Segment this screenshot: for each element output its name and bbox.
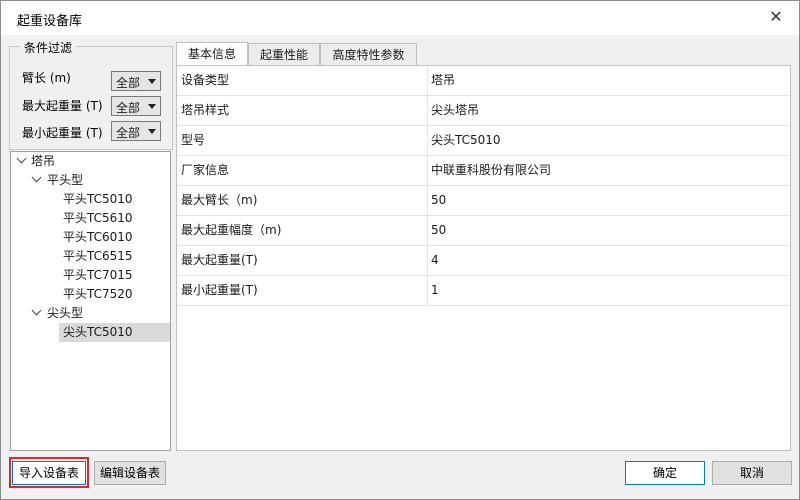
- equipment-tree[interactable]: 塔吊 平头型 平头TC5010 平头TC5610 平头TC6010 平头TC65…: [10, 151, 171, 451]
- min-load-label: 最小起重量 (T): [22, 126, 103, 140]
- property-value[interactable]: 50: [431, 216, 446, 245]
- tree-item-selected[interactable]: 尖头TC5010: [59, 323, 170, 342]
- arm-length-label: 臂长 (m): [22, 71, 71, 85]
- filter-group-title: 条件过滤: [20, 39, 77, 56]
- property-row: 型号 尖头TC5010: [177, 126, 790, 156]
- property-row: 塔吊样式 尖头塔吊: [177, 96, 790, 126]
- ok-button[interactable]: 确定: [625, 461, 705, 485]
- property-key: 最大臂长（m): [181, 186, 428, 215]
- arm-length-value: 全部: [116, 76, 141, 90]
- filter-group: 条件过滤 臂长 (m) 全部 最大起重量 (T) 全部 最小起重量 (T) 全部: [9, 39, 173, 150]
- title-bar: 起重设备库 ✕: [1, 1, 799, 35]
- property-value[interactable]: 1: [431, 276, 439, 305]
- equipment-library-dialog: 起重设备库 ✕ 条件过滤 臂长 (m) 全部 最大起重量 (T) 全部 最小起重…: [0, 0, 800, 500]
- close-icon[interactable]: ✕: [767, 8, 785, 26]
- tree-item[interactable]: 平头TC5610: [63, 209, 133, 228]
- min-load-value: 全部: [116, 126, 141, 140]
- tree-item[interactable]: 平头TC7520: [63, 285, 133, 304]
- import-table-button[interactable]: 导入设备表: [12, 461, 86, 485]
- property-value[interactable]: 4: [431, 246, 439, 275]
- max-load-value: 全部: [116, 101, 141, 115]
- property-row: 最大臂长（m) 50: [177, 186, 790, 216]
- property-key: 厂家信息: [181, 156, 428, 185]
- cancel-button[interactable]: 取消: [712, 461, 792, 485]
- dialog-title: 起重设备库: [17, 14, 83, 29]
- tree-item[interactable]: 平头TC6515: [63, 247, 133, 266]
- property-value[interactable]: 50: [431, 186, 446, 215]
- property-key: 最大起重量(T): [181, 246, 428, 275]
- max-load-select[interactable]: 全部: [111, 96, 161, 116]
- property-key: 最大起重幅度（m): [181, 216, 428, 245]
- property-row: 厂家信息 中联重科股份有限公司: [177, 156, 790, 186]
- property-value[interactable]: 塔吊: [431, 66, 455, 95]
- arm-length-select[interactable]: 全部: [111, 71, 161, 91]
- property-value[interactable]: 尖头塔吊: [431, 96, 479, 125]
- tree-item[interactable]: 平头TC7015: [63, 266, 133, 285]
- edit-table-button[interactable]: 编辑设备表: [94, 461, 166, 485]
- min-load-select[interactable]: 全部: [111, 121, 161, 141]
- property-key: 型号: [181, 126, 428, 155]
- tree-item[interactable]: 平头TC5010: [63, 190, 133, 209]
- tree-item[interactable]: 平头TC6010: [63, 228, 133, 247]
- property-row: 设备类型 塔吊: [177, 66, 790, 96]
- tab-basic-info[interactable]: 基本信息: [176, 42, 248, 66]
- property-row: 最大起重幅度（m) 50: [177, 216, 790, 246]
- property-row: 最大起重量(T) 4: [177, 246, 790, 276]
- property-value[interactable]: 中联重科股份有限公司: [431, 156, 551, 185]
- tree-node-flat-top[interactable]: 平头型: [47, 171, 83, 190]
- chevron-down-icon: [148, 129, 156, 134]
- chevron-down-icon[interactable]: [16, 153, 27, 164]
- tab-height-params[interactable]: 高度特性参数: [320, 43, 417, 65]
- property-value[interactable]: 尖头TC5010: [431, 126, 501, 155]
- property-key: 塔吊样式: [181, 96, 428, 125]
- chevron-down-icon: [148, 79, 156, 84]
- property-key: 设备类型: [181, 66, 428, 95]
- tree-node-pointed-top[interactable]: 尖头型: [47, 304, 83, 323]
- tab-lifting-performance[interactable]: 起重性能: [248, 43, 320, 65]
- tree-node-tower-crane[interactable]: 塔吊: [31, 152, 55, 171]
- max-load-label: 最大起重量 (T): [22, 99, 103, 113]
- chevron-down-icon: [148, 104, 156, 109]
- chevron-down-icon[interactable]: [31, 305, 42, 316]
- property-key: 最小起重量(T): [181, 276, 428, 305]
- properties-panel: 设备类型 塔吊 塔吊样式 尖头塔吊 型号 尖头TC5010 厂家信息 中联重科股…: [176, 65, 791, 451]
- property-row: 最小起重量(T) 1: [177, 276, 790, 306]
- chevron-down-icon[interactable]: [31, 172, 42, 183]
